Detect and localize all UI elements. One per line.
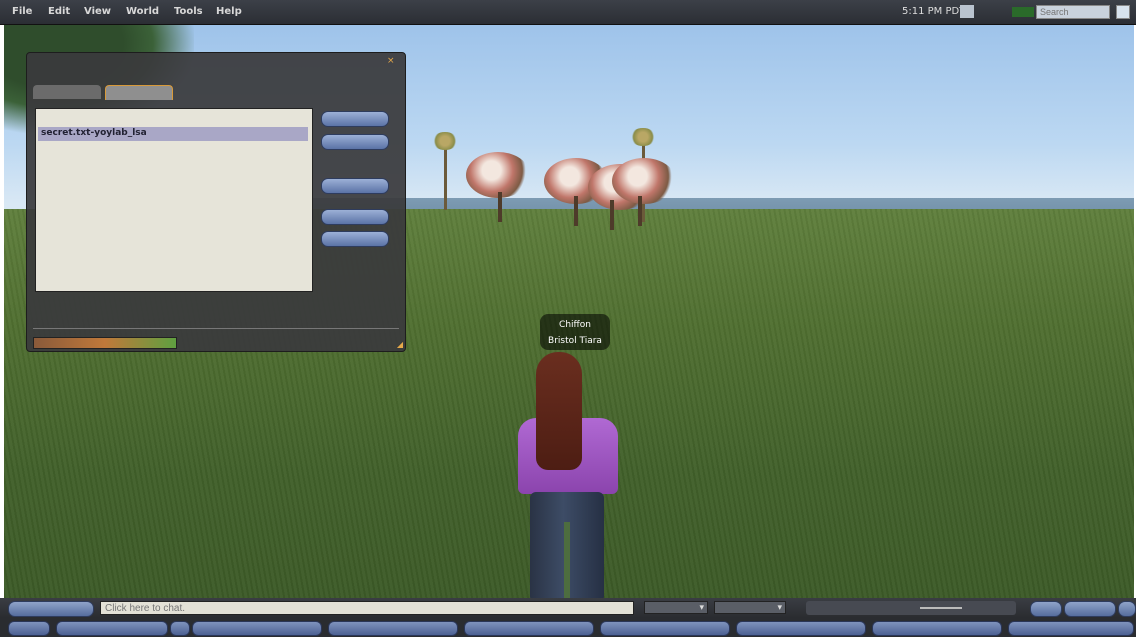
tree-trunk <box>610 200 614 230</box>
media-button[interactable] <box>1064 601 1116 617</box>
avatar-name-tag: Chiffon Bristol Tiara <box>540 314 610 350</box>
gesture-select[interactable] <box>714 601 786 615</box>
menu-tools[interactable]: Tools <box>174 6 203 17</box>
expand-button[interactable] <box>1118 601 1136 617</box>
item-list[interactable]: secret.txt-yoylab_lsa <box>35 108 313 292</box>
media-controls[interactable] <box>806 601 1016 615</box>
list-item-label: secret.txt-yoylab_lsa <box>41 128 147 138</box>
side-button-2[interactable] <box>321 134 389 150</box>
tab-second[interactable] <box>105 85 173 100</box>
flowering-tree <box>612 158 676 204</box>
avatar-hair <box>536 352 582 470</box>
clock: 5:11 PM PDT <box>902 6 966 17</box>
search-input[interactable] <box>1036 5 1110 19</box>
avatar[interactable] <box>500 352 640 598</box>
side-button-4[interactable] <box>321 209 389 225</box>
palm-tree <box>432 132 458 150</box>
side-button-5[interactable] <box>321 231 389 247</box>
tree-trunk <box>574 196 578 226</box>
toolbar-button-2[interactable] <box>56 621 168 636</box>
chat-channel-select[interactable] <box>644 601 708 615</box>
toolbar-button-7[interactable] <box>600 621 730 636</box>
tree-trunk <box>638 196 642 226</box>
close-icon[interactable]: × <box>387 56 397 66</box>
tab-first[interactable] <box>33 85 101 99</box>
resize-handle-icon[interactable]: ◢ <box>397 340 403 349</box>
toolbar-button-10[interactable] <box>1008 621 1134 636</box>
list-item[interactable]: secret.txt-yoylab_lsa <box>38 127 308 141</box>
music-button[interactable] <box>1030 601 1062 617</box>
menu-world[interactable]: World <box>126 6 159 17</box>
inventory-floater[interactable]: × secret.txt-yoylab_lsa ◢ <box>26 52 406 352</box>
menu-view[interactable]: View <box>84 6 111 17</box>
toolbar-button-1[interactable] <box>8 621 50 636</box>
toolbar-button-5[interactable] <box>328 621 458 636</box>
toolbar-button-3[interactable] <box>170 621 190 636</box>
menu-help[interactable]: Help <box>216 6 242 17</box>
toolbar-button-8[interactable] <box>736 621 866 636</box>
palm-trunk <box>444 148 447 210</box>
balance-indicator[interactable] <box>960 5 974 18</box>
chat-input[interactable] <box>100 601 634 615</box>
tree-trunk <box>498 192 502 222</box>
menu-file[interactable]: File <box>12 6 32 17</box>
chat-bar <box>0 598 1136 618</box>
top-menubar: File Edit View World Tools Help 5:11 PM … <box>0 0 1136 25</box>
chat-history-button[interactable] <box>8 601 94 617</box>
progress-fill <box>34 338 176 348</box>
search-go-button[interactable] <box>1116 5 1130 19</box>
toolbar-button-6[interactable] <box>464 621 594 636</box>
avatar-name-line1: Chiffon <box>559 320 591 330</box>
side-button-1[interactable] <box>321 111 389 127</box>
avatar-name-line2: Bristol Tiara <box>548 336 602 346</box>
avatar-pants <box>530 492 604 598</box>
menu-edit[interactable]: Edit <box>48 6 70 17</box>
side-button-3[interactable] <box>321 178 389 194</box>
divider <box>33 328 399 329</box>
toolbar-button-4[interactable] <box>192 621 322 636</box>
palm-tree <box>630 128 656 146</box>
volume-slider[interactable] <box>920 607 962 609</box>
sound-indicator[interactable] <box>1012 7 1034 17</box>
progress-bar <box>33 337 177 349</box>
bottom-toolbar <box>0 618 1136 637</box>
toolbar-button-9[interactable] <box>872 621 1002 636</box>
